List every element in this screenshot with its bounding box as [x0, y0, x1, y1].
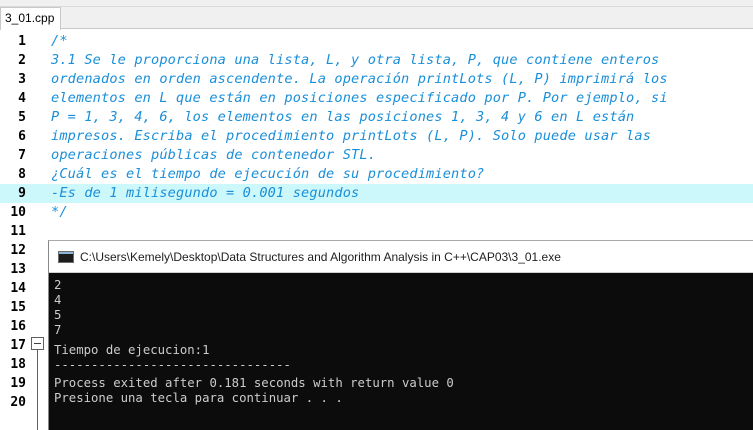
line-number: 2	[18, 53, 26, 68]
code-text: */	[51, 204, 68, 220]
line-number: 13	[10, 262, 26, 277]
code-text: operaciones públicas de contenedor STL.	[51, 147, 377, 163]
console-output-line: 5	[54, 308, 62, 322]
line-number: 8	[18, 167, 26, 182]
line-number: 4	[18, 91, 26, 106]
line-number: 1	[18, 34, 26, 49]
line-number: 16	[10, 319, 26, 334]
line-number: 9	[18, 186, 26, 201]
console-output-line: 4	[54, 293, 62, 307]
console-title-bar[interactable]: C:\Users\Kemely\Desktop\Data Structures …	[49, 241, 753, 273]
code-line[interactable]: 6 impresos. Escriba el procedimiento prin…	[0, 127, 753, 146]
editor-tab-bar: 3_01.cpp	[0, 7, 753, 30]
code-line[interactable]: 8 ¿Cuál es el tiempo de ejecución de su p…	[0, 165, 753, 184]
code-line[interactable]: 9 -Es de 1 milisegundo = 0.001 segundos	[0, 184, 753, 203]
console-app-icon	[58, 251, 74, 263]
code-text: -Es de 1 milisegundo = 0.001 segundos	[51, 185, 360, 201]
console-output-line: Process exited after 0.181 seconds with …	[54, 376, 454, 390]
console-output-line: Tiempo de ejecucion:1	[54, 343, 210, 357]
line-number: 19	[10, 376, 26, 391]
line-number: 10	[10, 205, 26, 220]
code-line[interactable]: 1 /*	[0, 32, 753, 51]
console-output-line: 2	[54, 278, 62, 292]
code-text: 3.1 Se le proporciona una lista, L, y ot…	[51, 52, 660, 68]
code-text: /*	[51, 33, 68, 49]
console-window[interactable]: C:\Users\Kemely\Desktop\Data Structures …	[48, 240, 753, 430]
tab-label: 3_01.cpp	[5, 11, 55, 25]
code-text: elementos en L que están en posiciones e…	[51, 90, 668, 106]
fold-guide-line	[37, 339, 38, 430]
line-number: 18	[10, 357, 26, 372]
code-line[interactable]: 4 elementos en L que están en posiciones …	[0, 89, 753, 108]
line-number: 17	[10, 338, 26, 353]
line-number: 7	[18, 148, 26, 163]
fold-collapse-icon[interactable]	[31, 337, 44, 350]
code-line[interactable]: 5 P = 1, 3, 4, 6, los elementos en las po…	[0, 108, 753, 127]
console-output-line: Presione una tecla para continuar . . .	[54, 391, 343, 405]
line-number: 11	[10, 224, 26, 239]
console-output-line: 7	[54, 323, 62, 337]
code-line[interactable]: 3 ordenados en orden ascendente. La opera…	[0, 70, 753, 89]
code-line[interactable]: 2 3.1 Se le proporciona una lista, L, y o…	[0, 51, 753, 70]
console-output-line: --------------------------------	[54, 358, 291, 372]
line-number: 12	[10, 243, 26, 258]
tab-3-01-cpp[interactable]: 3_01.cpp	[0, 7, 62, 30]
code-text: ordenados en orden ascendente. La operac…	[51, 71, 668, 87]
line-number: 20	[10, 395, 26, 410]
code-text: ¿Cuál es el tiempo de ejecución de su pr…	[51, 166, 485, 182]
code-text: impresos. Escriba el procedimiento print…	[51, 128, 652, 144]
line-number: 15	[10, 300, 26, 315]
code-line[interactable]: 10 */	[0, 203, 753, 222]
line-number: 3	[18, 72, 26, 87]
console-title: C:\Users\Kemely\Desktop\Data Structures …	[80, 250, 561, 264]
code-line[interactable]: 11	[0, 222, 753, 241]
code-line[interactable]: 7 operaciones públicas de contenedor STL.	[0, 146, 753, 165]
code-text: P = 1, 3, 4, 6, los elementos en las pos…	[51, 109, 635, 125]
line-number: 5	[18, 110, 26, 125]
line-number: 14	[10, 281, 26, 296]
line-number: 6	[18, 129, 26, 144]
window-top-strip	[0, 0, 753, 7]
